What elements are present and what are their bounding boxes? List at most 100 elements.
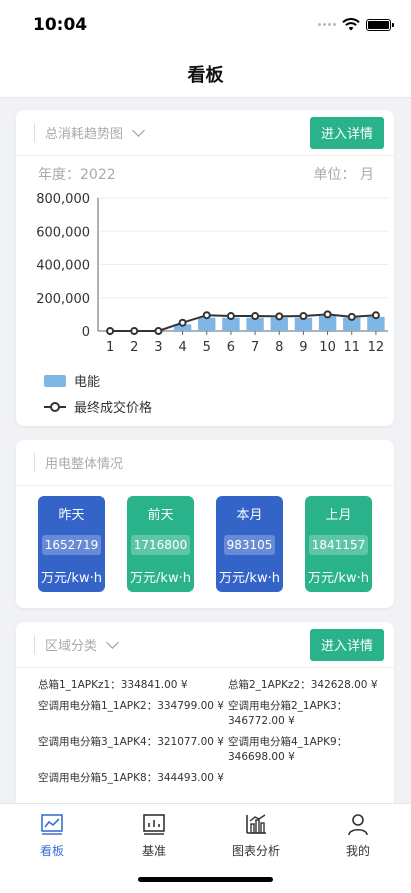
- x-tick-label: 10: [319, 340, 336, 355]
- wifi-icon: [342, 18, 360, 31]
- price-point-10: [323, 310, 332, 319]
- unit-label: 单位： 月: [313, 167, 374, 183]
- price-point-12: [371, 311, 380, 320]
- price-point-1: [106, 327, 115, 335]
- tab-label: 基准: [141, 844, 166, 858]
- tab-label: 看板: [39, 844, 64, 858]
- usage-stats: 昨天 1652719 万元/kw·h 前天 1716800 万元/kw·h 本月…: [16, 486, 394, 592]
- price-point-4: [178, 318, 187, 327]
- y-tick-label: 200,000: [36, 292, 90, 307]
- y-tick-label: 800,000: [36, 192, 90, 207]
- x-tick-label: 4: [178, 340, 186, 355]
- nav-bar: 看板: [0, 50, 411, 98]
- benchmark-icon: [143, 814, 165, 835]
- stat-unit: 万元/kw·h: [41, 571, 102, 586]
- y-tick-label: 0: [82, 325, 90, 340]
- stat-value: 1841157: [308, 535, 369, 555]
- x-tick-label: 5: [203, 340, 211, 355]
- stat-yesterday[interactable]: 昨天 1652719 万元/kw·h: [38, 496, 105, 592]
- price-point-9: [299, 312, 308, 321]
- tab-benchmark[interactable]: 基准: [114, 812, 194, 859]
- price-point-7: [251, 312, 260, 321]
- stat-label: 昨天: [58, 508, 85, 523]
- signal-icon: [318, 23, 336, 26]
- legend-line-marker: [44, 401, 66, 412]
- price-point-8: [275, 312, 284, 321]
- stat-last-month[interactable]: 上月 1841157 万元/kw·h: [305, 496, 372, 592]
- tab-label: 我的: [345, 844, 370, 858]
- x-tick-label: 7: [251, 340, 259, 355]
- chevron-down-icon: [106, 635, 119, 649]
- page-title: 看板: [187, 64, 224, 86]
- stat-unit: 万元/kw·h: [130, 571, 191, 586]
- region-item: 空调用电分箱3_1APK4：321077.00 ¥: [38, 736, 224, 748]
- region-item: 空调用电分箱5_1APK8：344493.00 ¥: [38, 772, 224, 784]
- stat-this-month[interactable]: 本月 983105 万元/kw·h: [216, 496, 283, 592]
- legend-bar: 电能: [44, 371, 100, 390]
- status-time: 10:04: [33, 15, 88, 35]
- legend-bar-swatch: [44, 374, 66, 387]
- trend-card: 总消耗趋势图 进入详情 年度：2022 单位： 月 0 200,000 400,00…: [16, 110, 394, 426]
- stat-value: 1652719: [41, 535, 102, 555]
- region-card-header: 区域分类 进入详情: [16, 622, 394, 668]
- price-point-3: [154, 327, 163, 335]
- bar-5: [198, 317, 216, 331]
- stat-label: 前天: [147, 508, 174, 523]
- x-tick-label: 6: [227, 340, 235, 355]
- region-dropdown[interactable]: 区域分类: [34, 635, 119, 654]
- stat-unit: 万元/kw·h: [219, 571, 280, 586]
- tab-chart-analysis[interactable]: 图表分析: [216, 812, 296, 859]
- stat-label: 本月: [236, 508, 263, 523]
- region-item: 空调用电分箱2_1APK3：346772.00 ¥: [228, 700, 348, 727]
- usage-card: 用电整体情况 昨天 1652719 万元/kw·h 前天 1716800 万元/…: [16, 440, 394, 608]
- stat-value: 1716800: [130, 535, 191, 555]
- x-tick-label: 8: [275, 340, 283, 355]
- trend-meta: 年度：2022 单位： 月: [16, 156, 394, 184]
- region-title: 区域分类: [45, 639, 98, 654]
- chart-analysis-icon: [246, 814, 266, 834]
- stat-label: 上月: [325, 508, 352, 523]
- price-point-11: [347, 312, 356, 321]
- trend-chart: 0 200,000 400,000 600,000 800,000 1 2 3 4 5 6 7 8 9 10…: [36, 192, 388, 355]
- status-icons: [318, 18, 394, 31]
- trend-title: 总消耗趋势图: [45, 127, 124, 142]
- region-detail-button[interactable]: 进入详情: [310, 628, 384, 661]
- price-point-5: [202, 311, 211, 320]
- status-bar: 10:04: [0, 0, 411, 50]
- trend-card-header: 总消耗趋势图 进入详情: [16, 110, 394, 156]
- year-label: 年度：2022: [38, 167, 116, 183]
- usage-card-header: 用电整体情况: [16, 440, 394, 486]
- tab-label: 图表分析: [231, 844, 280, 858]
- price-point-2: [130, 327, 139, 335]
- price-point-6: [226, 312, 235, 321]
- trend-dropdown[interactable]: 总消耗趋势图: [34, 123, 145, 142]
- legend-line-label: 最终成交价格: [74, 401, 153, 416]
- x-tick-label: 12: [368, 340, 385, 355]
- x-tick-label: 9: [299, 340, 307, 355]
- stat-day-before[interactable]: 前天 1716800 万元/kw·h: [127, 496, 194, 592]
- stat-value: 983105: [223, 535, 276, 555]
- region-item: 空调用电分箱4_1APK9：346698.00 ¥: [228, 736, 348, 763]
- legend-bar-label: 电能: [74, 375, 101, 390]
- region-item: 总箱1_1APKz1：334841.00 ¥: [38, 679, 188, 691]
- region-item: 空调用电分箱1_1APK2：334799.00 ¥: [38, 700, 224, 712]
- x-tick-label: 1: [106, 340, 114, 355]
- legend-line: 最终成交价格: [44, 397, 152, 416]
- stat-unit: 万元/kw·h: [308, 571, 369, 586]
- tab-dashboard[interactable]: 看板: [12, 812, 92, 859]
- tab-profile[interactable]: 我的: [318, 812, 398, 859]
- x-tick-label: 3: [154, 340, 162, 355]
- y-tick-label: 400,000: [36, 259, 90, 274]
- chevron-down-icon: [132, 123, 145, 137]
- y-tick-label: 600,000: [36, 225, 90, 240]
- x-tick-label: 11: [343, 340, 360, 355]
- region-item: 总箱2_1APKz2：342628.00 ¥: [228, 679, 378, 691]
- region-card: 区域分类 进入详情 总箱1_1APKz1：334841.00 ¥ 总箱2_1AP…: [16, 622, 394, 812]
- usage-title: 用电整体情况: [34, 453, 123, 472]
- battery-icon: [366, 18, 394, 31]
- trend-detail-button[interactable]: 进入详情: [310, 116, 384, 149]
- dashboard-icon: [41, 814, 63, 835]
- region-list: 总箱1_1APKz1：334841.00 ¥ 总箱2_1APKz2：342628…: [16, 668, 394, 786]
- home-indicator: [138, 877, 273, 882]
- profile-icon: [348, 814, 368, 836]
